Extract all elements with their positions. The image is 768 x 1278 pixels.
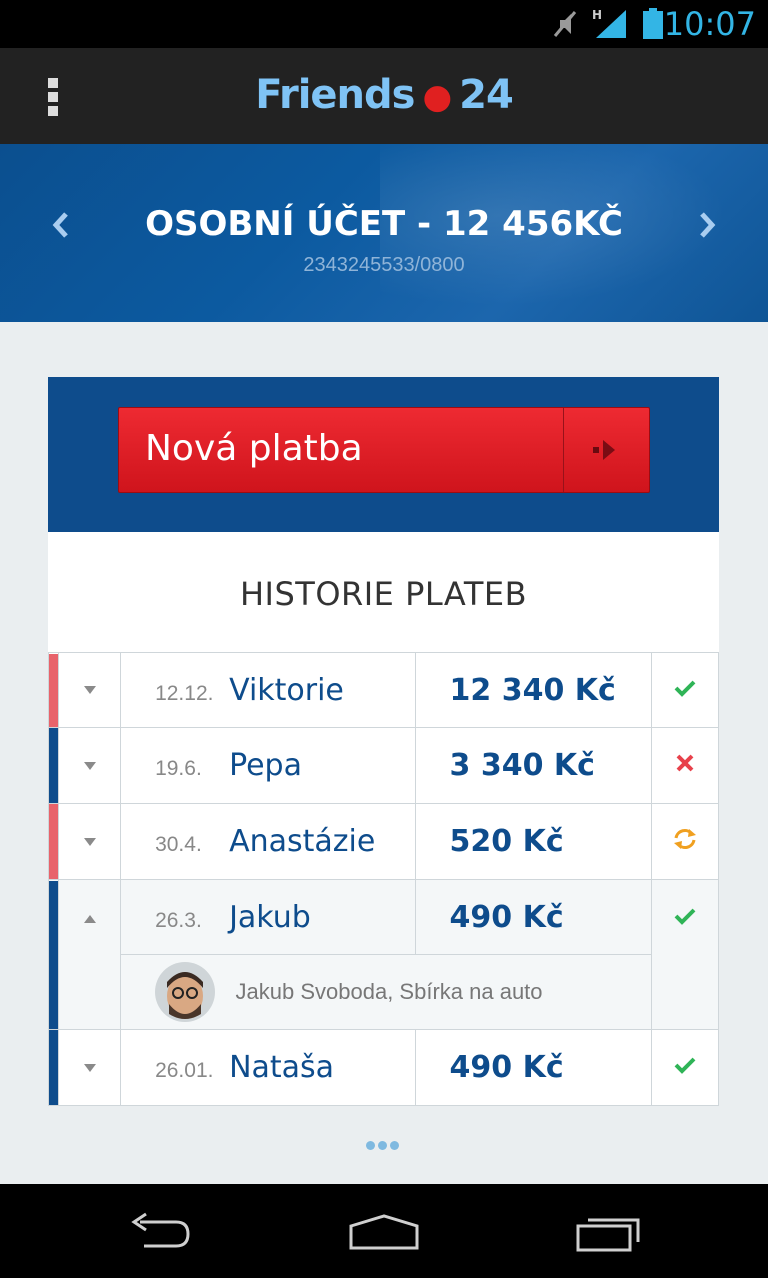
app-title-number: 24 xyxy=(459,72,514,118)
chevron-down-icon xyxy=(83,686,96,694)
mute-icon xyxy=(553,11,577,37)
status-bar: H 10:07 xyxy=(0,0,768,48)
collapse-toggle[interactable] xyxy=(57,879,122,1030)
close-icon xyxy=(676,754,694,772)
table-row[interactable]: 19.6. Pepa 3 340 Kč xyxy=(48,727,720,804)
payments-card: Nová platba HISTORIE PLATEB 12.12. Viktor… xyxy=(48,377,720,1106)
back-icon[interactable] xyxy=(126,1210,194,1254)
table-row[interactable]: 26.3. Jakub 490 Kč xyxy=(48,879,720,1030)
expand-toggle[interactable] xyxy=(57,1029,122,1106)
payment-detail-row: Jakub Svoboda, Sbírka na auto xyxy=(49,954,719,1030)
payment-date: 19.6. xyxy=(155,757,202,780)
status-bar-indicator xyxy=(48,727,59,804)
system-nav-bar xyxy=(0,1184,768,1278)
red-dot-icon: ● xyxy=(422,77,452,117)
history-title: HISTORIE PLATEB xyxy=(48,532,719,652)
expand-toggle[interactable] xyxy=(57,727,122,804)
payment-amount: 12 340 Kč xyxy=(414,652,652,728)
status-bar-indicator xyxy=(48,1029,59,1106)
signal-icon: H xyxy=(592,8,626,38)
payee-name: Pepa xyxy=(229,748,302,783)
app-bar: Friends ● 24 xyxy=(0,48,768,144)
payee-name: Nataša xyxy=(229,1050,335,1085)
account-number: 2343245533/0800 xyxy=(303,254,465,276)
account-header: OSOBNÍ ÚČET - 12 456KČ 2343245533/0800 xyxy=(0,144,768,322)
payment-date: 26.3. xyxy=(155,908,202,932)
expand-toggle[interactable] xyxy=(57,652,122,728)
payment-amount: 490 Kč xyxy=(414,879,652,955)
payment-amount: 490 Kč xyxy=(414,1029,652,1106)
load-more-icon[interactable] xyxy=(366,1137,406,1150)
avatar xyxy=(155,962,216,1022)
new-payment-button[interactable]: Nová platba xyxy=(118,407,650,493)
payment-date: 26.01. xyxy=(155,1059,214,1082)
chevron-down-icon xyxy=(83,1063,96,1072)
chevron-down-icon xyxy=(83,761,96,770)
payment-note: Jakub Svoboda, Sbírka na auto xyxy=(235,979,543,1004)
account-title: OSOBNÍ ÚČET - 12 456KČ xyxy=(145,204,623,244)
payment-amount: 520 Kč xyxy=(414,803,652,880)
check-icon xyxy=(674,680,696,697)
app-title: Friends ● 24 xyxy=(0,72,768,118)
payment-history-table: 12.12. Viktorie 12 340 Kč 19.6. Pepa 3 340… xyxy=(48,652,720,1106)
chevron-up-icon xyxy=(83,915,96,923)
app-title-brand: Friends xyxy=(255,72,415,118)
refresh-icon xyxy=(673,829,696,849)
recent-apps-icon[interactable] xyxy=(574,1210,644,1254)
payment-date: 12.12. xyxy=(155,681,214,705)
svg-text:H: H xyxy=(592,8,602,22)
status-bar-indicator xyxy=(48,652,59,728)
check-icon xyxy=(674,908,696,925)
arrow-right-icon xyxy=(593,440,615,460)
table-row[interactable]: 30.4. Anastázie 520 Kč xyxy=(48,803,720,880)
home-icon[interactable] xyxy=(347,1210,421,1254)
table-row[interactable]: 12.12. Viktorie 12 340 Kč xyxy=(48,652,720,728)
battery-icon xyxy=(643,8,663,39)
check-icon xyxy=(674,1057,696,1074)
status-bar-indicator xyxy=(48,879,59,1030)
expand-toggle[interactable] xyxy=(57,803,122,880)
payment-amount: 3 340 Kč xyxy=(414,727,652,804)
clock: 10:07 xyxy=(663,5,756,43)
chevron-right-icon[interactable] xyxy=(696,210,718,240)
payee-name: Viktorie xyxy=(229,672,344,708)
payee-name: Jakub xyxy=(229,899,311,935)
chevron-down-icon xyxy=(83,837,96,846)
new-payment-label: Nová platba xyxy=(145,428,363,469)
table-row[interactable]: 26.01. Nataša 490 Kč xyxy=(48,1029,720,1106)
status-bar-indicator xyxy=(48,803,59,880)
payment-date: 30.4. xyxy=(155,833,202,856)
new-payment-area: Nová platba xyxy=(48,377,719,532)
payee-name: Anastázie xyxy=(229,824,376,859)
